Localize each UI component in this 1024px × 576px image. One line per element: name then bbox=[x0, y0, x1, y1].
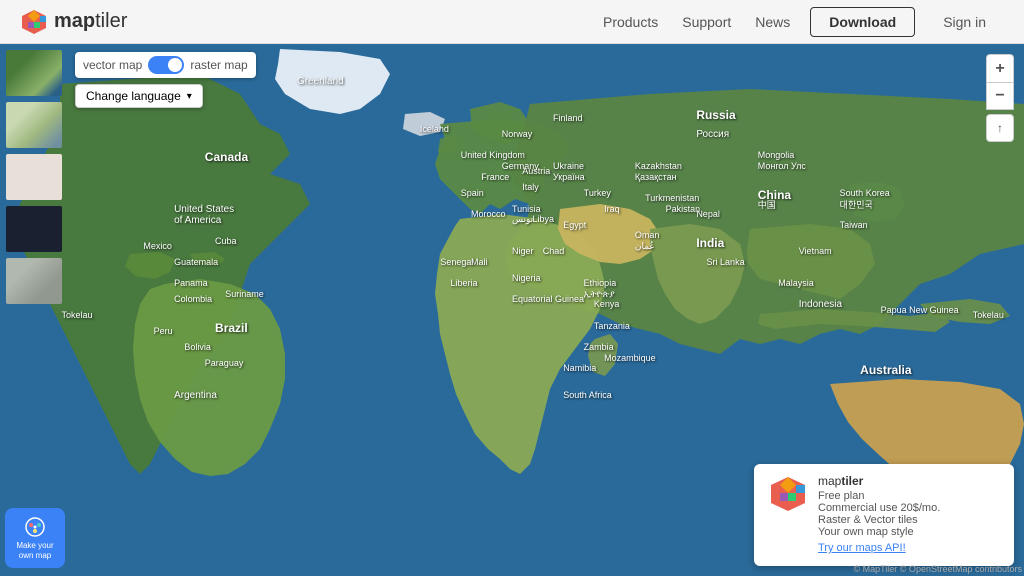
maptiler-logo-icon bbox=[20, 8, 48, 36]
header: maptiler Products Support News Download … bbox=[0, 0, 1024, 44]
info-style: Your own map style bbox=[818, 526, 940, 538]
signin-button[interactable]: Sign in bbox=[925, 8, 1004, 36]
info-commercial: Commercial use 20$/mo. bbox=[818, 502, 940, 514]
nav-support[interactable]: Support bbox=[682, 14, 731, 30]
make-own-map-label: Make yourown map bbox=[16, 541, 53, 560]
change-language-button[interactable]: Change language bbox=[75, 84, 203, 108]
nav-links: Products Support News bbox=[603, 14, 790, 30]
logo-text: maptiler bbox=[54, 10, 127, 33]
thumbnail-topo[interactable] bbox=[4, 100, 64, 150]
info-card-text: maptiler Free plan Commercial use 20$/mo… bbox=[818, 474, 940, 556]
api-link[interactable]: Try our maps API! bbox=[818, 542, 906, 554]
vector-map-label: vector map bbox=[83, 58, 142, 72]
nav-products[interactable]: Products bbox=[603, 14, 658, 30]
zoom-out-button[interactable]: − bbox=[986, 82, 1014, 110]
info-card-logo bbox=[768, 474, 808, 514]
logo: maptiler bbox=[20, 8, 127, 36]
top-controls: vector map raster map Change language bbox=[75, 52, 256, 108]
attribution: © MapTiler © OpenStreetMap contributors bbox=[854, 564, 1023, 574]
map-background: GreenlandIcelandCanadaUnited Statesof Am… bbox=[0, 44, 1024, 576]
compass-button[interactable]: ↑ bbox=[986, 114, 1014, 142]
zoom-controls: + − ↑ bbox=[986, 54, 1014, 142]
download-button[interactable]: Download bbox=[810, 7, 915, 37]
sidebar-thumbnails bbox=[0, 44, 70, 310]
map-type-toggle-row: vector map raster map bbox=[75, 52, 256, 78]
palette-icon bbox=[24, 516, 46, 538]
info-raster: Raster & Vector tiles bbox=[818, 514, 940, 526]
nav-news[interactable]: News bbox=[755, 14, 790, 30]
info-free-plan: Free plan bbox=[818, 490, 940, 502]
thumbnail-gray[interactable] bbox=[4, 256, 64, 306]
make-own-map-button[interactable]: Make yourown map bbox=[5, 508, 65, 568]
raster-map-label: raster map bbox=[190, 58, 247, 72]
info-card-logo-name: maptiler bbox=[818, 474, 940, 488]
zoom-in-button[interactable]: + bbox=[986, 54, 1014, 82]
thumbnail-street[interactable] bbox=[4, 152, 64, 202]
map-type-toggle[interactable] bbox=[148, 56, 184, 74]
thumbnail-dark[interactable] bbox=[4, 204, 64, 254]
thumbnail-satellite[interactable] bbox=[4, 48, 64, 98]
map-container[interactable]: GreenlandIcelandCanadaUnited Statesof Am… bbox=[0, 44, 1024, 576]
info-card: maptiler Free plan Commercial use 20$/mo… bbox=[754, 464, 1014, 566]
